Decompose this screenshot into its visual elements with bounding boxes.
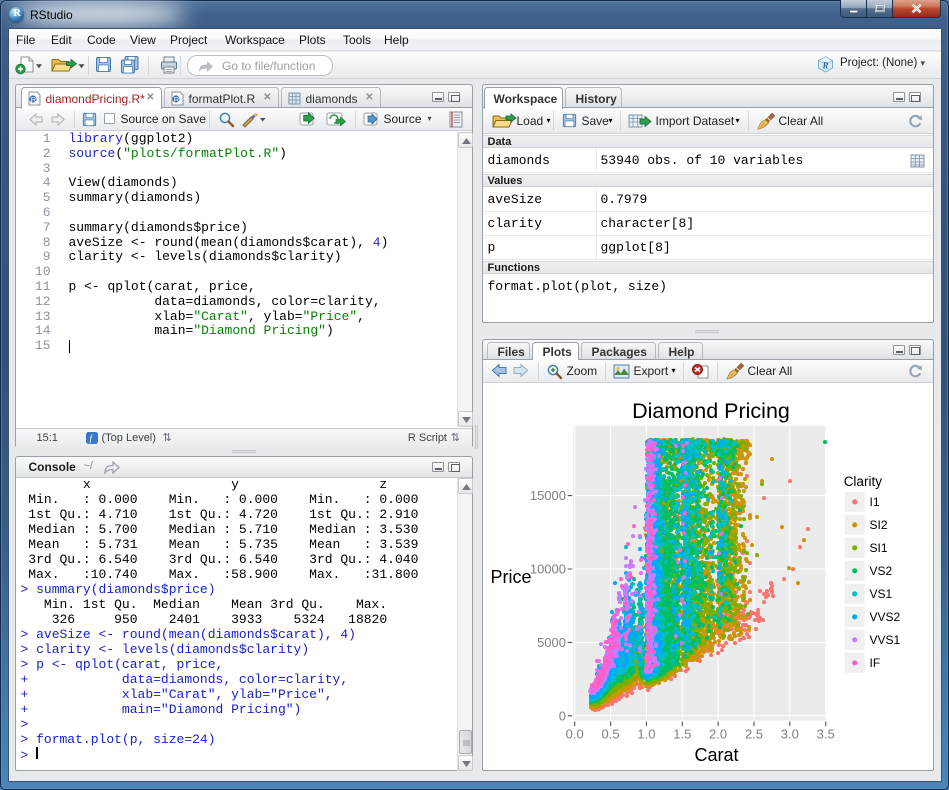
svg-text:0: 0 (559, 708, 566, 723)
svg-text:3.0: 3.0 (781, 727, 799, 742)
svg-text:VVS1: VVS1 (870, 633, 901, 647)
svg-text:10000: 10000 (530, 562, 566, 577)
svg-text:Price: Price (490, 567, 531, 587)
svg-text:R: R (30, 95, 36, 104)
svg-text:1.0: 1.0 (637, 727, 655, 742)
svg-text:0.5: 0.5 (602, 727, 620, 742)
svg-text:Diamond Pricing: Diamond Pricing (632, 399, 790, 423)
svg-text:Clarity: Clarity (844, 474, 883, 489)
svg-text:0.0: 0.0 (566, 727, 584, 742)
svg-text:15000: 15000 (530, 488, 566, 503)
svg-text:VS1: VS1 (870, 587, 893, 601)
svg-text:1.5: 1.5 (673, 727, 691, 742)
svg-text:SI2: SI2 (870, 518, 888, 532)
svg-text:VS2: VS2 (870, 564, 893, 578)
svg-text:I1: I1 (870, 495, 880, 509)
svg-text:IF: IF (870, 656, 881, 670)
svg-text:SI1: SI1 (870, 541, 888, 555)
svg-text:2.0: 2.0 (709, 727, 727, 742)
svg-text:VVS2: VVS2 (870, 610, 901, 624)
svg-text:3.5: 3.5 (817, 727, 835, 742)
svg-text:5000: 5000 (537, 635, 566, 650)
svg-text:Carat: Carat (694, 745, 738, 765)
svg-text:2.5: 2.5 (745, 727, 763, 742)
